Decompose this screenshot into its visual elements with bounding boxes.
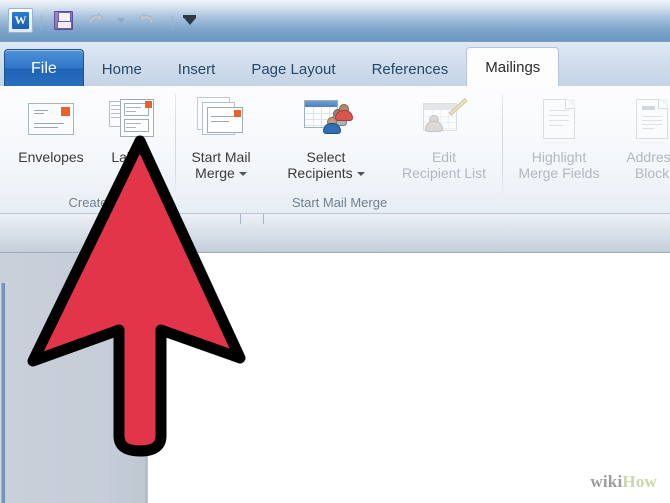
- start-mail-merge-label-2: Merge: [195, 165, 247, 181]
- highlight-merge-fields-button: Highlight Merge Fields: [503, 92, 615, 181]
- highlight-merge-fields-label-2: Merge Fields: [518, 165, 600, 181]
- select-recipients-icon: [301, 92, 353, 146]
- edit-recipient-list-label-2: Recipient List: [401, 165, 487, 181]
- labels-button[interactable]: Labels: [89, 92, 175, 165]
- ribbon-group-create: Envelopes Labels Create: [0, 86, 176, 213]
- save-button[interactable]: [49, 7, 77, 34]
- ribbon: Envelopes Labels Create Start Mail Merge…: [0, 86, 670, 214]
- tab-insert[interactable]: Insert: [160, 51, 234, 87]
- qat-separator-2: [172, 10, 173, 30]
- tab-mailings[interactable]: Mailings: [466, 47, 560, 87]
- group-label-start-mail-merge: Start Mail Merge: [291, 195, 388, 210]
- customize-quick-access-button[interactable]: [180, 7, 198, 34]
- watermark-how: How: [622, 472, 657, 491]
- highlight-merge-fields-label-1: Highlight: [531, 149, 587, 165]
- select-recipients-label-2: Recipients: [287, 165, 365, 181]
- chevron-down-icon[interactable]: [356, 172, 365, 177]
- address-block-button: Address Block: [613, 92, 670, 181]
- edit-recipient-list-icon: [421, 92, 468, 146]
- save-icon: [53, 10, 73, 30]
- chevron-down-icon[interactable]: [238, 172, 247, 177]
- edit-recipient-list-button: Edit Recipient List: [388, 92, 500, 181]
- edit-recipient-list-label-1: Edit: [431, 149, 457, 165]
- ribbon-group-write-insert-fields: Highlight Merge Fields Address Block: [503, 86, 670, 213]
- redo-button[interactable]: [133, 7, 161, 34]
- start-mail-merge-button[interactable]: Start Mail Merge: [178, 92, 264, 181]
- highlight-merge-fields-icon: [543, 92, 575, 146]
- chevron-down-icon: [117, 17, 125, 23]
- ruler[interactable]: [0, 214, 670, 253]
- select-recipients-button[interactable]: Select Recipients: [268, 92, 384, 181]
- ribbon-group-start-mail-merge: Start Mail Merge Select Recipients Edit …: [176, 86, 503, 213]
- title-bar: W: [0, 0, 670, 42]
- word-icon: W: [7, 7, 33, 33]
- envelope-icon: [28, 92, 74, 146]
- start-mail-merge-label-1: Start Mail: [191, 149, 251, 165]
- word-window: W File Home Insert Page Layout Reference…: [0, 0, 670, 503]
- word-logo-letter: W: [11, 11, 29, 29]
- tab-home[interactable]: Home: [84, 51, 160, 87]
- address-block-label-2: Block: [634, 165, 670, 181]
- undo-dropdown-button[interactable]: [113, 7, 129, 34]
- word-logo-button[interactable]: W: [6, 7, 34, 34]
- redo-icon: [138, 12, 153, 25]
- ribbon-tab-strip: File Home Insert Page Layout References …: [0, 42, 670, 87]
- tab-references[interactable]: References: [354, 51, 467, 87]
- envelopes-label: Envelopes: [18, 149, 84, 165]
- tab-file[interactable]: File: [4, 49, 84, 87]
- start-mail-merge-icon: [197, 92, 245, 146]
- document-workspace: wikiHow: [0, 253, 670, 503]
- customize-dropdown-icon: [183, 17, 196, 25]
- document-page[interactable]: [148, 253, 670, 503]
- workspace-background: [0, 253, 148, 503]
- quick-access-toolbar: W: [6, 5, 198, 35]
- group-label-create: Create: [68, 195, 108, 210]
- qat-separator-1: [41, 10, 42, 30]
- labels-icon: [109, 92, 155, 146]
- address-block-label-1: Address: [626, 149, 670, 165]
- wikihow-watermark: wikiHow: [590, 472, 657, 492]
- watermark-wiki: wiki: [590, 472, 623, 491]
- undo-icon: [89, 12, 104, 25]
- address-block-icon: [636, 92, 668, 146]
- undo-button[interactable]: [81, 7, 109, 34]
- left-edge-strip: [0, 283, 5, 503]
- tab-page-layout[interactable]: Page Layout: [233, 51, 353, 87]
- envelopes-button[interactable]: Envelopes: [8, 92, 94, 165]
- labels-label: Labels: [111, 149, 153, 165]
- select-recipients-label-1: Select: [306, 149, 346, 165]
